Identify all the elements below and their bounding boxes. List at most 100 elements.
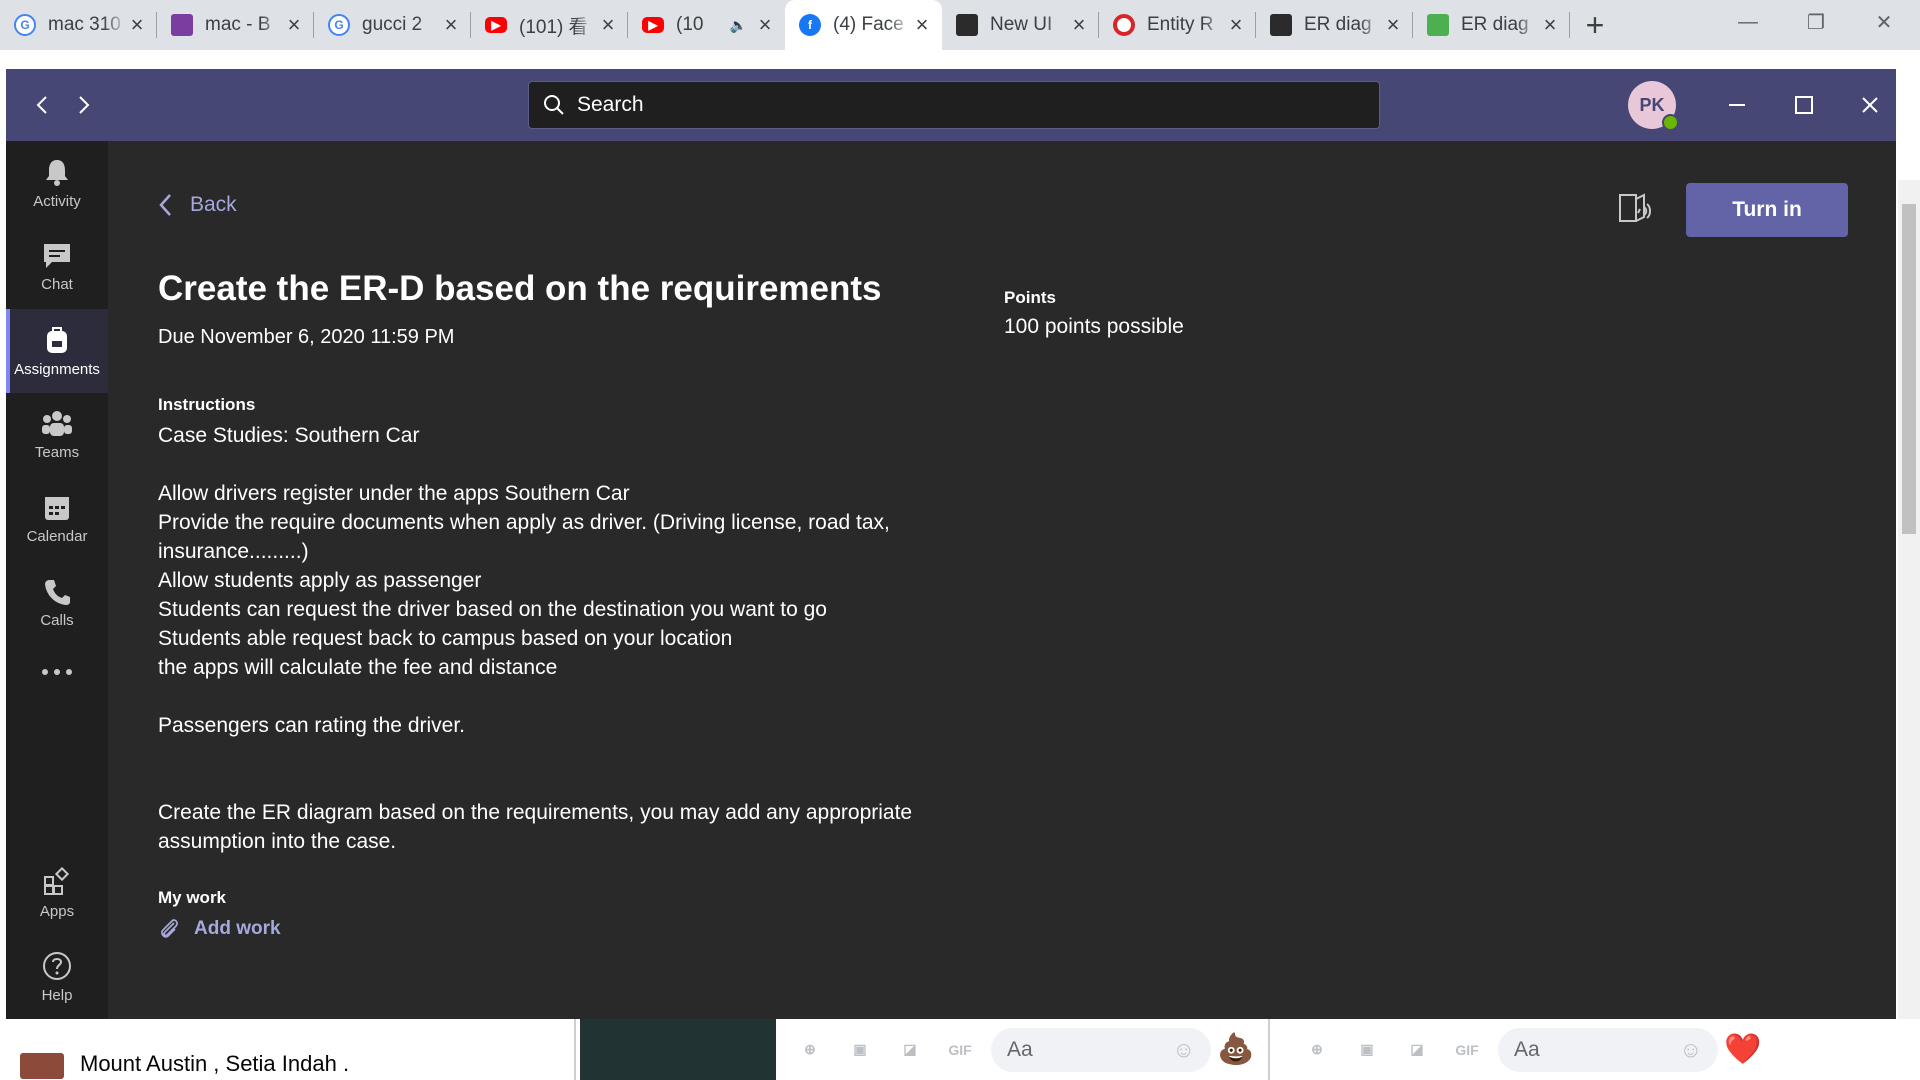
browser-minimize-button[interactable]: —	[1718, 0, 1778, 44]
rail-item-calls[interactable]: Calls	[6, 561, 108, 645]
emoji-icon[interactable]: ☺	[1680, 1037, 1702, 1063]
instruction-line: Create the ER diagram based on the requi…	[158, 801, 913, 853]
apps-icon	[44, 866, 70, 895]
search-input[interactable]: Search	[528, 81, 1380, 129]
rail-label: Calendar	[26, 527, 88, 545]
plus-icon[interactable]: ⊕	[795, 1035, 825, 1065]
close-icon[interactable]: ×	[284, 12, 304, 38]
rail-item-apps[interactable]: Apps	[6, 851, 108, 935]
close-icon[interactable]: ×	[598, 12, 618, 38]
gif-icon[interactable]: GIF	[945, 1035, 975, 1065]
close-icon[interactable]: ×	[127, 12, 147, 38]
instructions-body: Case Studies: Southern Car Allow drivers…	[158, 421, 938, 856]
scrollbar-thumb[interactable]	[1902, 204, 1916, 534]
rail-label: Activity	[33, 192, 81, 210]
instruction-line: Allow students apply as passenger	[158, 569, 482, 592]
avatar-initials: PK	[1639, 94, 1665, 115]
paperclip-icon	[161, 919, 178, 938]
rail-label: Help	[41, 986, 73, 1004]
phone-icon	[45, 579, 70, 605]
page-scrollbar[interactable]	[1898, 180, 1920, 1080]
rail-item-calendar[interactable]: Calendar	[6, 477, 108, 561]
browser-tab[interactable]: ER diag ×	[1256, 0, 1413, 50]
rail-item-help[interactable]: Help	[6, 935, 108, 1019]
photo-icon[interactable]: ▣	[1352, 1035, 1382, 1065]
rail-item-assignments[interactable]: Assignments	[6, 309, 108, 393]
message-input[interactable]: Aa ☺	[991, 1027, 1211, 1072]
add-work-button[interactable]: Add work	[158, 917, 281, 941]
browser-tab[interactable]: Entity R ×	[1099, 0, 1256, 50]
close-icon[interactable]: ×	[1383, 12, 1403, 38]
nav-back-icon[interactable]	[24, 87, 60, 123]
plus-icon[interactable]: ⊕	[1302, 1035, 1332, 1065]
nav-forward-icon[interactable]	[66, 87, 102, 123]
message-placeholder: Aa	[1007, 1037, 1033, 1061]
tab-title: mac 310	[48, 14, 121, 35]
rail-item-activity[interactable]: Activity	[6, 141, 108, 225]
sticker-icon[interactable]: ◪	[895, 1035, 925, 1065]
turn-in-button[interactable]: Turn in	[1686, 183, 1848, 237]
new-tab-button[interactable]: +	[1570, 0, 1620, 50]
browser-restore-button[interactable]: ❐	[1786, 0, 1846, 44]
gif-icon[interactable]: GIF	[1452, 1035, 1482, 1065]
back-button[interactable]: Back	[158, 193, 237, 217]
place-name[interactable]: Mount Austin , Setia Indah .	[80, 1051, 349, 1077]
back-label: Back	[190, 193, 237, 216]
browser-close-button[interactable]: ✕	[1854, 0, 1914, 44]
avatar[interactable]: PK	[1628, 81, 1679, 131]
close-icon[interactable]: ×	[1540, 12, 1560, 38]
minimize-button[interactable]	[1713, 81, 1761, 129]
rail-label: Chat	[41, 275, 73, 293]
close-icon[interactable]: ×	[912, 12, 932, 38]
browser-tab[interactable]: G mac 310 ×	[0, 0, 157, 50]
google-icon: G	[14, 14, 36, 36]
teams-icon	[42, 410, 72, 436]
chat-composer: ⊕ ▣ ◪ GIF Aa ☺ 💩	[785, 1019, 1261, 1080]
close-icon[interactable]: ×	[1069, 12, 1089, 38]
speaker-icon[interactable]: 🔈	[730, 17, 747, 34]
instruction-line: Students able request back to campus bas…	[158, 627, 733, 650]
google-icon: G	[328, 14, 350, 36]
close-icon[interactable]: ×	[1226, 12, 1246, 38]
tab-title: (10	[676, 14, 704, 35]
sticker-icon[interactable]: ◪	[1402, 1035, 1432, 1065]
chat-composer: ⊕ ▣ ◪ GIF Aa ☺ ❤️	[1292, 1019, 1768, 1080]
browser-tab[interactable]: ER diag ×	[1413, 0, 1570, 50]
poop-emoji-icon[interactable]: 💩	[1217, 1033, 1254, 1066]
points-label: Points	[1004, 288, 1056, 307]
photo-icon[interactable]: ▣	[845, 1035, 875, 1065]
add-work-label: Add work	[194, 918, 281, 939]
rail-item-chat[interactable]: Chat	[6, 225, 108, 309]
heart-icon[interactable]: ❤️	[1724, 1033, 1761, 1066]
close-icon[interactable]: ×	[441, 12, 461, 38]
browser-tab-active[interactable]: f (4) Face ×	[785, 0, 942, 50]
message-placeholder: Aa	[1514, 1037, 1540, 1061]
browser-tab[interactable]: mac - B ×	[157, 0, 314, 50]
teams-window: Search PK Activity Chat Assignments Team…	[6, 69, 1896, 1019]
browser-tab[interactable]: G gucci 2 ×	[314, 0, 471, 50]
video-thumbnail[interactable]	[580, 1019, 776, 1080]
rail-item-teams[interactable]: Teams	[6, 393, 108, 477]
browser-tab[interactable]: ▶ (101) 看 ×	[471, 0, 628, 50]
assignment-detail: Back Turn in Create the ER-D based on th…	[108, 141, 1896, 1019]
maximize-button[interactable]	[1780, 81, 1828, 129]
rail-label: Apps	[39, 902, 75, 920]
immersive-reader-button[interactable]	[1616, 191, 1652, 227]
er-image-icon	[1427, 14, 1449, 36]
instruction-line: Case Studies: Southern Car	[158, 424, 420, 447]
emoji-icon[interactable]: ☺	[1173, 1037, 1195, 1063]
presence-available-icon	[1662, 114, 1679, 131]
browser-tab[interactable]: ▶ (10 🔈 ×	[628, 0, 785, 50]
more-apps-button[interactable]	[6, 645, 108, 705]
close-icon[interactable]: ×	[755, 12, 775, 38]
youtube-icon: ▶	[642, 17, 664, 33]
divider	[1268, 1019, 1270, 1080]
instructions-label: Instructions	[158, 395, 256, 414]
instruction-line	[158, 682, 938, 711]
close-button[interactable]	[1846, 81, 1894, 129]
browser-tab[interactable]: New UI ×	[942, 0, 1099, 50]
message-input[interactable]: Aa ☺	[1498, 1027, 1718, 1072]
tab-title: (101) 看	[519, 16, 588, 38]
app-rail: Activity Chat Assignments Teams Calendar…	[6, 141, 108, 1019]
tab-title: New UI	[990, 14, 1053, 35]
